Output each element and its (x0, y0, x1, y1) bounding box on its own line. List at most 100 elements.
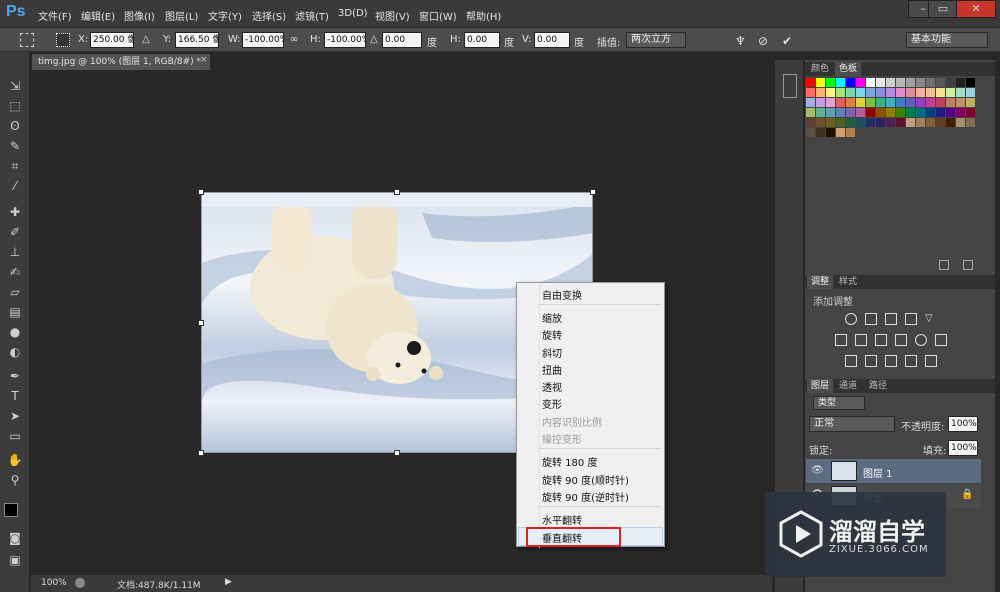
color-swatch[interactable] (836, 108, 845, 117)
color-swatch[interactable] (916, 118, 925, 127)
color-swatch[interactable] (956, 118, 965, 127)
color-swatch[interactable] (856, 108, 865, 117)
color-swatch[interactable] (946, 118, 955, 127)
color-swatch[interactable] (946, 98, 955, 107)
color-swatch[interactable] (836, 128, 845, 137)
color-swatch[interactable] (846, 98, 855, 107)
color-swatch[interactable] (806, 118, 815, 127)
color-swatch[interactable] (846, 118, 855, 127)
color-swatch[interactable] (956, 78, 965, 87)
color-swatch[interactable] (886, 98, 895, 107)
color-swatch[interactable] (926, 88, 935, 97)
commit-transform-icon[interactable]: ✔ (782, 34, 792, 48)
lasso-tool-icon[interactable]: ʘ (7, 118, 23, 134)
transform-handle-tr[interactable] (590, 189, 596, 195)
color-swatch[interactable] (846, 88, 855, 97)
menu-item-scale[interactable]: 缩放 (542, 310, 562, 325)
color-swatch[interactable] (886, 88, 895, 97)
shape-tool-icon[interactable]: ▭ (7, 428, 23, 444)
vibrance-icon[interactable]: ▽ (925, 313, 937, 325)
color-swatch[interactable] (816, 88, 825, 97)
exposure-icon[interactable] (905, 313, 917, 325)
color-swatch[interactable] (876, 108, 885, 117)
menu-layer[interactable]: 图层(L) (165, 8, 198, 23)
color-swatch[interactable] (936, 108, 945, 117)
color-swatch[interactable] (856, 98, 865, 107)
gradient-tool-icon[interactable]: ▤ (7, 304, 23, 320)
color-swatch[interactable] (836, 88, 845, 97)
color-swatch[interactable] (816, 118, 825, 127)
color-swatch[interactable] (966, 108, 975, 117)
eyedropper-tool-icon[interactable]: ⁄ (7, 178, 23, 194)
restore-button[interactable]: ▭ (928, 0, 958, 18)
color-swatch[interactable] (916, 108, 925, 117)
share-icon[interactable] (75, 578, 85, 588)
color-swatch[interactable] (926, 118, 935, 127)
color-swatch[interactable] (916, 78, 925, 87)
color-swatch[interactable] (936, 88, 945, 97)
color-swatch[interactable] (916, 88, 925, 97)
color-swatch[interactable] (846, 128, 855, 137)
tab-color[interactable]: 颜色 (807, 62, 833, 76)
document-tab[interactable]: timg.jpg @ 100% (图层 1, RGB/8#) * (32, 54, 210, 70)
gradient-map-icon[interactable] (925, 355, 937, 367)
blend-mode-select[interactable]: 正常 (809, 416, 895, 432)
menu-help[interactable]: 帮助(H) (466, 8, 501, 23)
transform-handle-ml[interactable] (198, 320, 204, 326)
menu-item-rotate-90-ccw[interactable]: 旋转 90 度(逆时针) (542, 489, 629, 504)
threshold-icon[interactable] (885, 355, 897, 367)
color-swatch[interactable] (966, 98, 975, 107)
posterize-icon[interactable] (865, 355, 877, 367)
close-document-icon[interactable]: × (200, 55, 208, 65)
color-swatch[interactable] (836, 98, 845, 107)
warp-icon[interactable]: ♆ (735, 34, 746, 48)
color-swatch[interactable] (816, 108, 825, 117)
menu-type[interactable]: 文字(Y) (208, 8, 242, 23)
quick-mask-icon[interactable]: ◙ (7, 530, 23, 546)
h-field[interactable]: -100.00% (324, 32, 366, 48)
layer-filter-select[interactable]: 类型 (813, 396, 865, 410)
color-swatch[interactable] (866, 88, 875, 97)
menu-item-rotate-90-cw[interactable]: 旋转 90 度(顺时针) (542, 472, 629, 487)
menu-file[interactable]: 文件(F) (38, 8, 72, 23)
invert-icon[interactable] (845, 355, 857, 367)
menu-3d[interactable]: 3D(D) (338, 8, 368, 19)
color-swatch[interactable] (876, 98, 885, 107)
dodge-tool-icon[interactable]: ◐ (7, 344, 23, 360)
color-swatch[interactable] (806, 108, 815, 117)
interpolation-select[interactable]: 两次立方 (626, 32, 686, 48)
healing-tool-icon[interactable]: ✚ (7, 204, 23, 220)
tab-swatches[interactable]: 色板 (835, 62, 862, 76)
color-swatch[interactable] (866, 118, 875, 127)
menu-window[interactable]: 窗口(W) (419, 8, 457, 23)
quick-select-tool-icon[interactable]: ✎ (7, 138, 23, 154)
color-swatch[interactable] (896, 88, 905, 97)
color-swatch[interactable] (816, 78, 825, 87)
color-swatch[interactable] (926, 108, 935, 117)
marquee-tool-icon[interactable]: ⬚ (7, 98, 23, 114)
link-icon[interactable]: ∞ (290, 34, 298, 45)
color-swatch[interactable] (806, 128, 815, 137)
menu-item-flip-horizontal[interactable]: 水平翻转 (542, 512, 582, 527)
brush-tool-icon[interactable]: ✐ (7, 224, 23, 240)
color-swatch[interactable] (916, 98, 925, 107)
status-menu-arrow-icon[interactable]: ▶ (225, 577, 232, 587)
history-brush-icon[interactable]: ✍ (7, 264, 23, 280)
color-swatch[interactable] (866, 108, 875, 117)
color-swatch[interactable] (896, 98, 905, 107)
tab-channels[interactable]: 通道 (835, 379, 861, 393)
y-field[interactable]: 166.50 像 (175, 32, 219, 48)
opacity-field[interactable]: 100% (948, 416, 978, 432)
pen-tool-icon[interactable]: ✒ (7, 368, 23, 384)
tab-paths[interactable]: 路径 (865, 379, 891, 393)
delete-swatch-icon[interactable] (963, 260, 973, 270)
photo-filter-icon[interactable] (895, 334, 907, 346)
tab-adjustments[interactable]: 调整 (807, 275, 834, 289)
color-swatch[interactable] (856, 118, 865, 127)
menu-item-warp[interactable]: 变形 (542, 396, 562, 411)
screen-mode-icon[interactable]: ▣ (7, 552, 23, 568)
transform-handle-bc[interactable] (394, 450, 400, 456)
color-swatch[interactable] (856, 78, 865, 87)
move-tool-icon[interactable]: ⇲ (7, 78, 23, 94)
color-swatch[interactable] (876, 88, 885, 97)
